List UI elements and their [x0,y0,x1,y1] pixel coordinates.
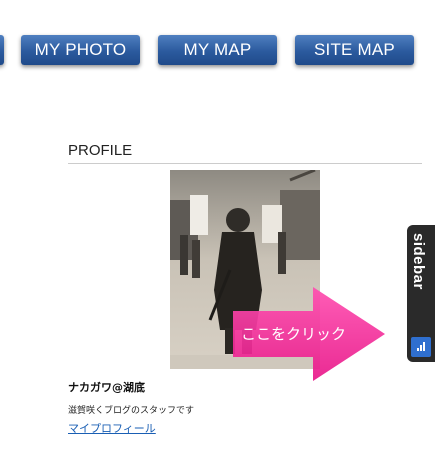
nav-button-my-map[interactable]: MY MAP [158,35,277,65]
my-profile-link[interactable]: マイプロフィール [68,420,156,436]
click-here-label: ここをクリック [241,325,347,343]
profile-name: ナカガワ@湖底 [68,381,145,394]
sidebar-tab-label: sidebar [410,233,427,290]
nav-button-partial[interactable] [0,35,4,65]
profile-description: 滋賀咲くブログのスタッフです [68,406,195,416]
nav-button-my-photo[interactable]: MY PHOTO [21,35,140,65]
profile-heading: PROFILE [68,142,422,164]
sidebar-toggle-tab[interactable]: sidebar [407,225,435,362]
nav-button-site-map[interactable]: SITE MAP [295,35,414,65]
signal-icon [411,337,431,357]
click-here-arrow[interactable]: ここをクリック [233,287,385,381]
